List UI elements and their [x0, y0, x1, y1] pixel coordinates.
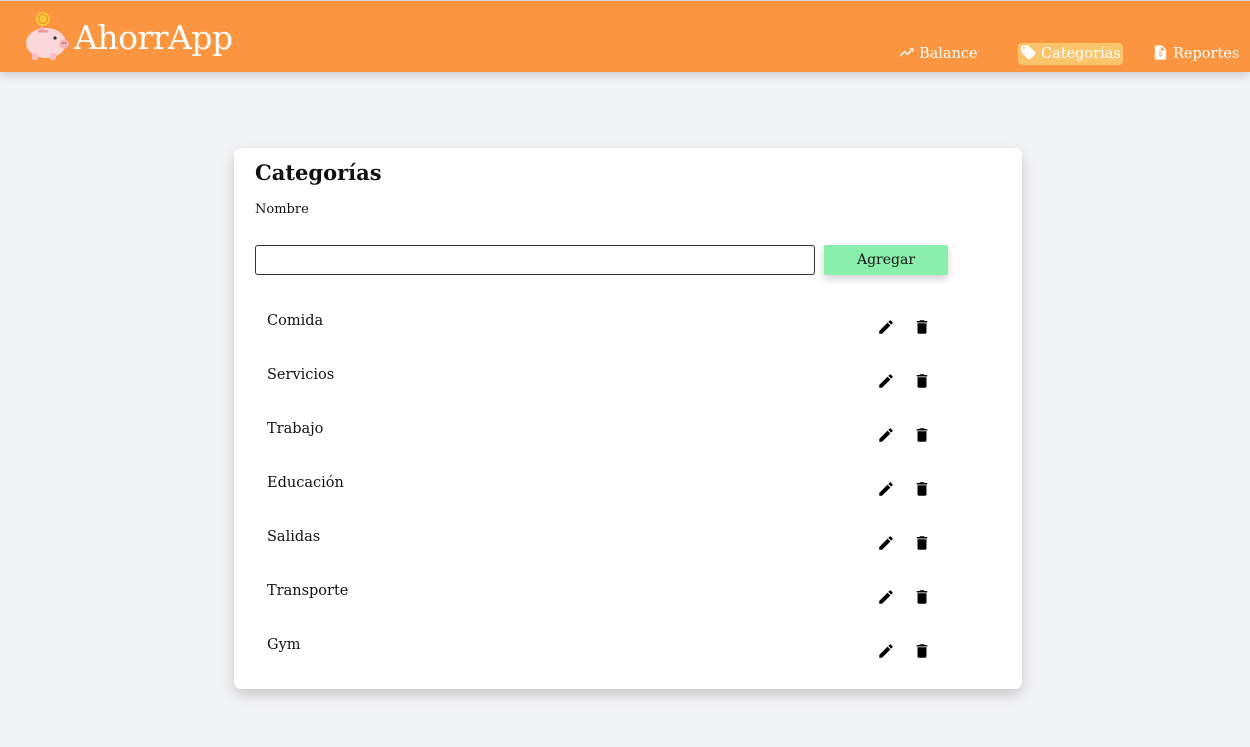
nav-label: Reportes: [1173, 46, 1240, 62]
app-name: AhorrApp: [74, 17, 233, 57]
nav-balance[interactable]: Balance: [898, 43, 978, 65]
category-name: Servicios: [267, 367, 335, 383]
nav-label: Categorías: [1041, 46, 1121, 62]
navbar: AhorrApp Balance Categorías Reportes: [0, 0, 1250, 72]
add-category-button[interactable]: Agregar: [824, 245, 948, 275]
trash-icon[interactable]: [913, 534, 931, 552]
tag-icon: [1020, 44, 1037, 65]
category-list: Comida Servicios Trabajo Educación Salidas Tr…: [234, 304, 1022, 682]
category-row: Educación: [234, 466, 1022, 520]
trash-icon[interactable]: [913, 318, 931, 336]
name-label: Nombre: [255, 202, 309, 217]
trash-icon[interactable]: [913, 480, 931, 498]
trash-icon[interactable]: [913, 426, 931, 444]
edit-icon[interactable]: [877, 534, 895, 552]
category-row: Servicios: [234, 358, 1022, 412]
piggy-bank-icon: [24, 9, 72, 65]
edit-icon[interactable]: [877, 642, 895, 660]
page-title: Categorías: [255, 160, 382, 185]
report-file-icon: [1152, 44, 1169, 65]
category-name: Comida: [267, 313, 324, 329]
nav-label: Balance: [919, 46, 978, 62]
edit-icon[interactable]: [877, 372, 895, 390]
edit-icon[interactable]: [877, 426, 895, 444]
trending-up-icon: [898, 44, 915, 65]
nav-categorias[interactable]: Categorías: [1018, 43, 1123, 65]
category-row: Salidas: [234, 520, 1022, 574]
category-name: Trabajo: [267, 421, 324, 437]
category-name: Educación: [267, 475, 344, 491]
edit-icon[interactable]: [877, 318, 895, 336]
trash-icon[interactable]: [913, 642, 931, 660]
trash-icon[interactable]: [913, 588, 931, 606]
edit-icon[interactable]: [877, 588, 895, 606]
edit-icon[interactable]: [877, 480, 895, 498]
category-name: Gym: [267, 637, 301, 653]
trash-icon[interactable]: [913, 372, 931, 390]
category-name: Transporte: [267, 583, 349, 599]
category-row: Transporte: [234, 574, 1022, 628]
categories-card: Categorías Nombre Agregar Comida Servicio…: [234, 148, 1022, 689]
category-name: Salidas: [267, 529, 321, 545]
category-row: Comida: [234, 304, 1022, 358]
nav-reportes[interactable]: Reportes: [1152, 43, 1239, 65]
brand[interactable]: AhorrApp: [24, 9, 233, 65]
category-row: Trabajo: [234, 412, 1022, 466]
category-name-input[interactable]: [255, 245, 815, 275]
category-row: Gym: [234, 628, 1022, 682]
